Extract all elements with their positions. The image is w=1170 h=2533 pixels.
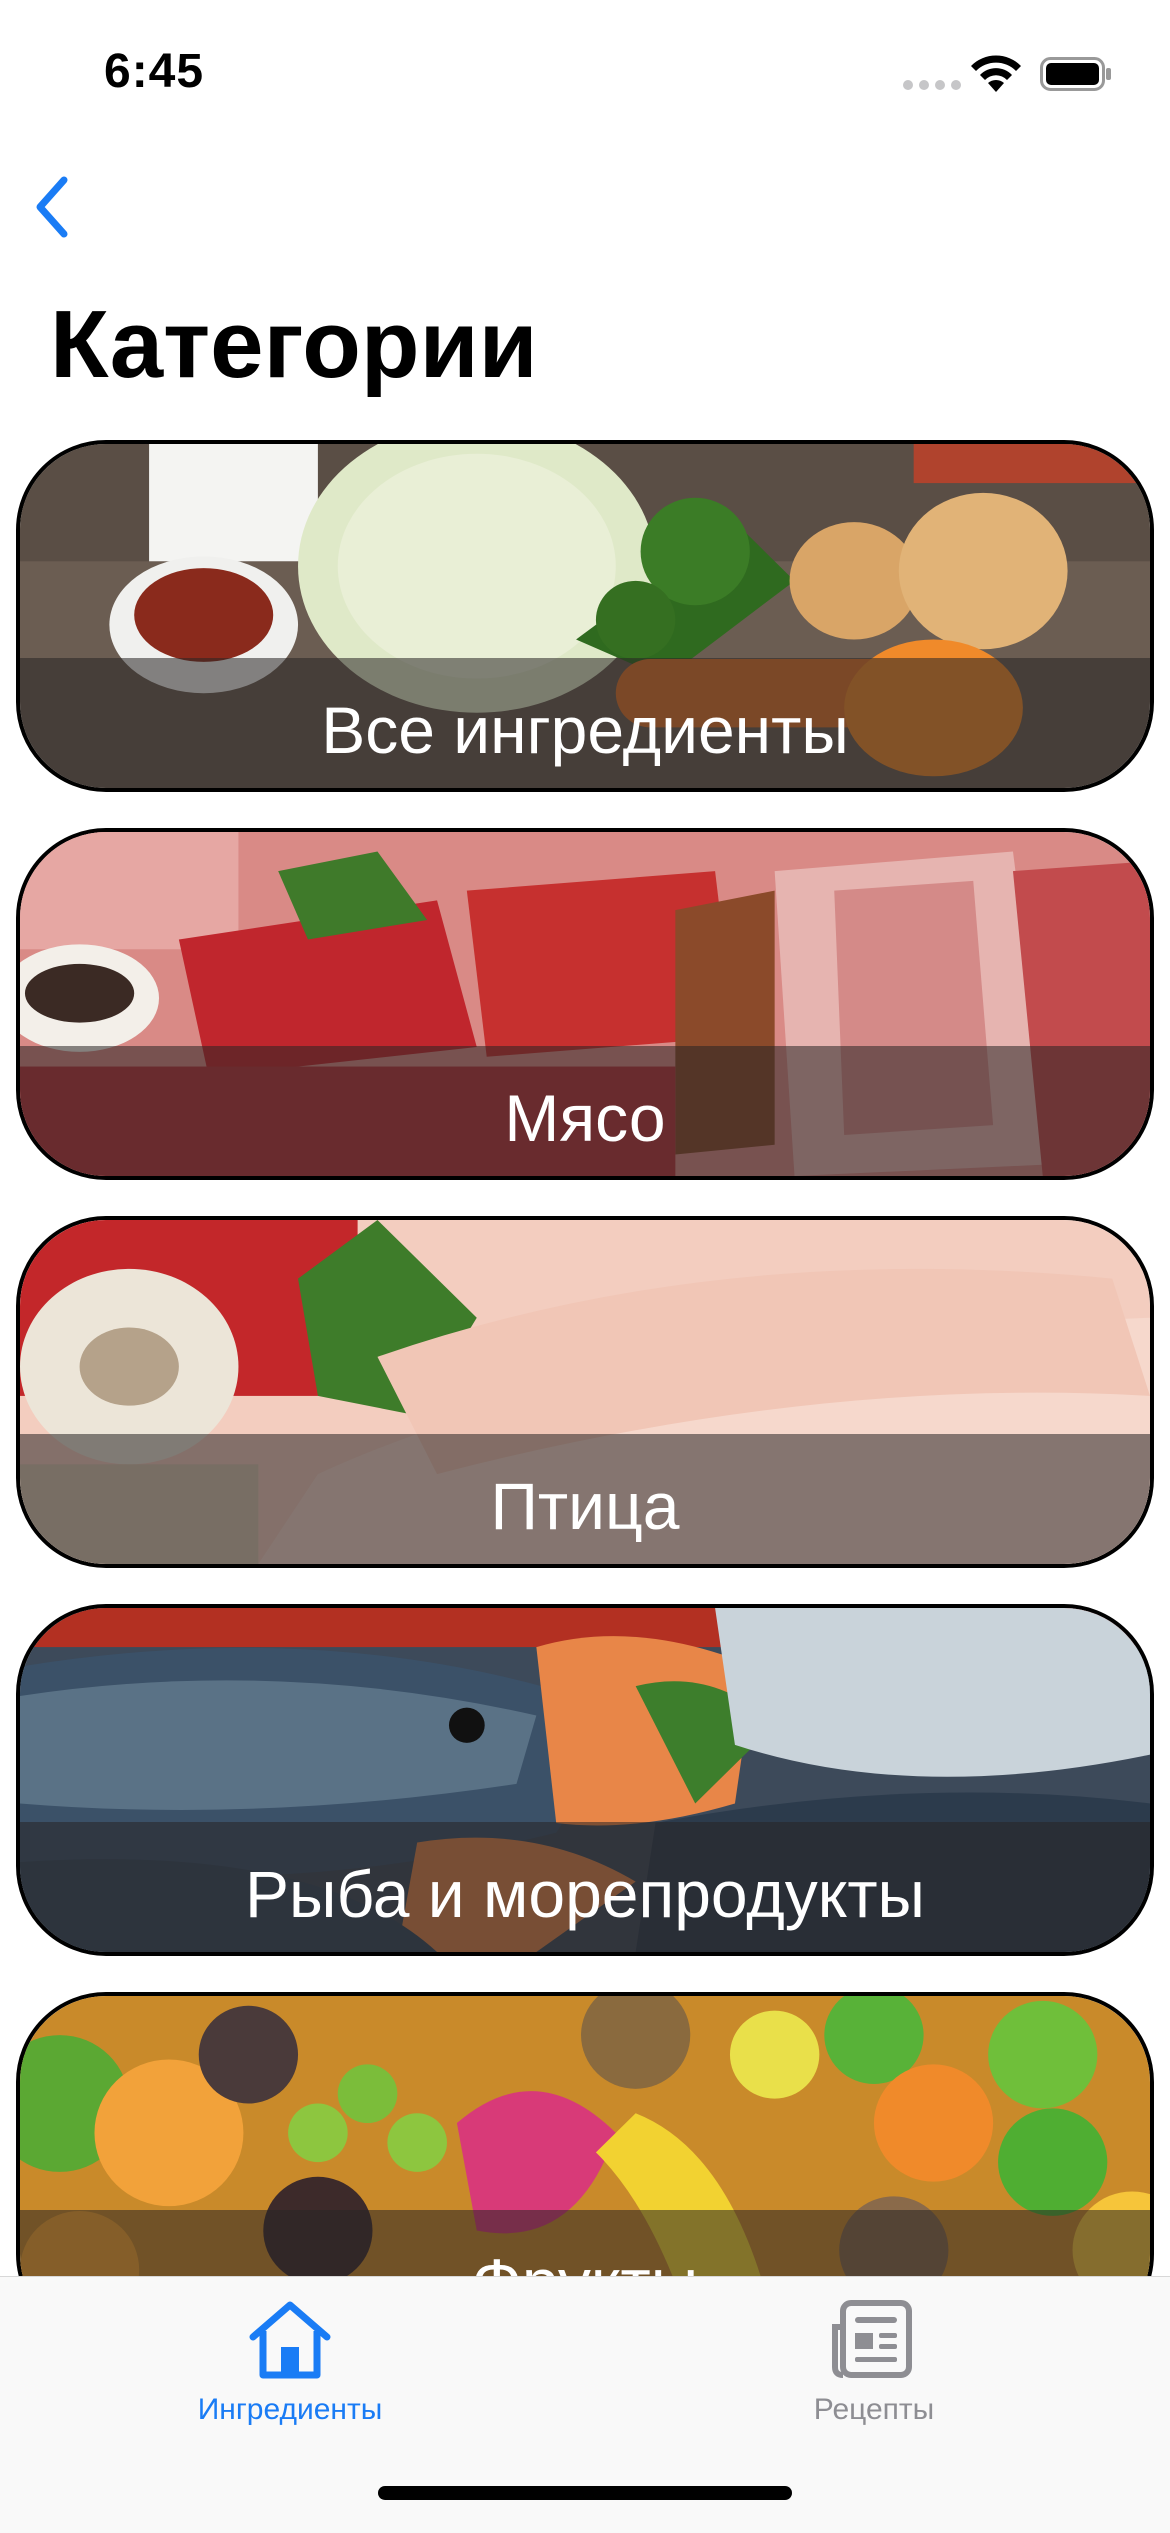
category-list[interactable]: Все ингредиенты Мясо Птица Рыба и морепр… [0,440,1170,2276]
tab-label: Рецепты [813,2393,935,2426]
newspaper-icon [832,2300,912,2378]
status-time: 6:45 [104,45,205,98]
house-icon [249,2301,331,2379]
wifi-icon [971,55,1021,92]
category-card-fish-seafood[interactable]: Рыба и морепродукты [16,1604,1154,1956]
battery-icon [1040,57,1111,91]
category-label-bar: Рыба и морепродукты [20,1822,1150,1952]
category-label: Рыба и морепродукты [245,1857,925,1931]
category-label: Фрукты [472,2249,698,2276]
home-indicator[interactable] [378,2486,792,2500]
category-label-bar: Все ингредиенты [20,658,1150,788]
category-label-bar: Птица [20,1434,1150,1564]
category-label: Мясо [504,1081,666,1155]
back-button[interactable] [22,172,82,242]
category-card-meat[interactable]: Мясо [16,828,1154,1180]
tab-label: Ингредиенты [197,2393,383,2426]
category-card-all-ingredients[interactable]: Все ингредиенты [16,440,1154,792]
chevron-left-icon [36,176,68,238]
tab-recipes[interactable]: Рецепты [724,2297,1024,2457]
category-card-poultry[interactable]: Птица [16,1216,1154,1568]
category-label-bar: Фрукты [20,2210,1150,2276]
tab-ingredients[interactable]: Ингредиенты [140,2297,440,2457]
page-title: Категории [50,291,538,398]
cellular-signal-icon [903,80,961,90]
category-card-fruits[interactable]: Фрукты [16,1992,1154,2276]
category-label: Птица [490,1469,680,1543]
status-bar: 6:45 [0,0,1170,150]
category-label-bar: Мясо [20,1046,1150,1176]
category-label: Все ингредиенты [321,693,849,767]
